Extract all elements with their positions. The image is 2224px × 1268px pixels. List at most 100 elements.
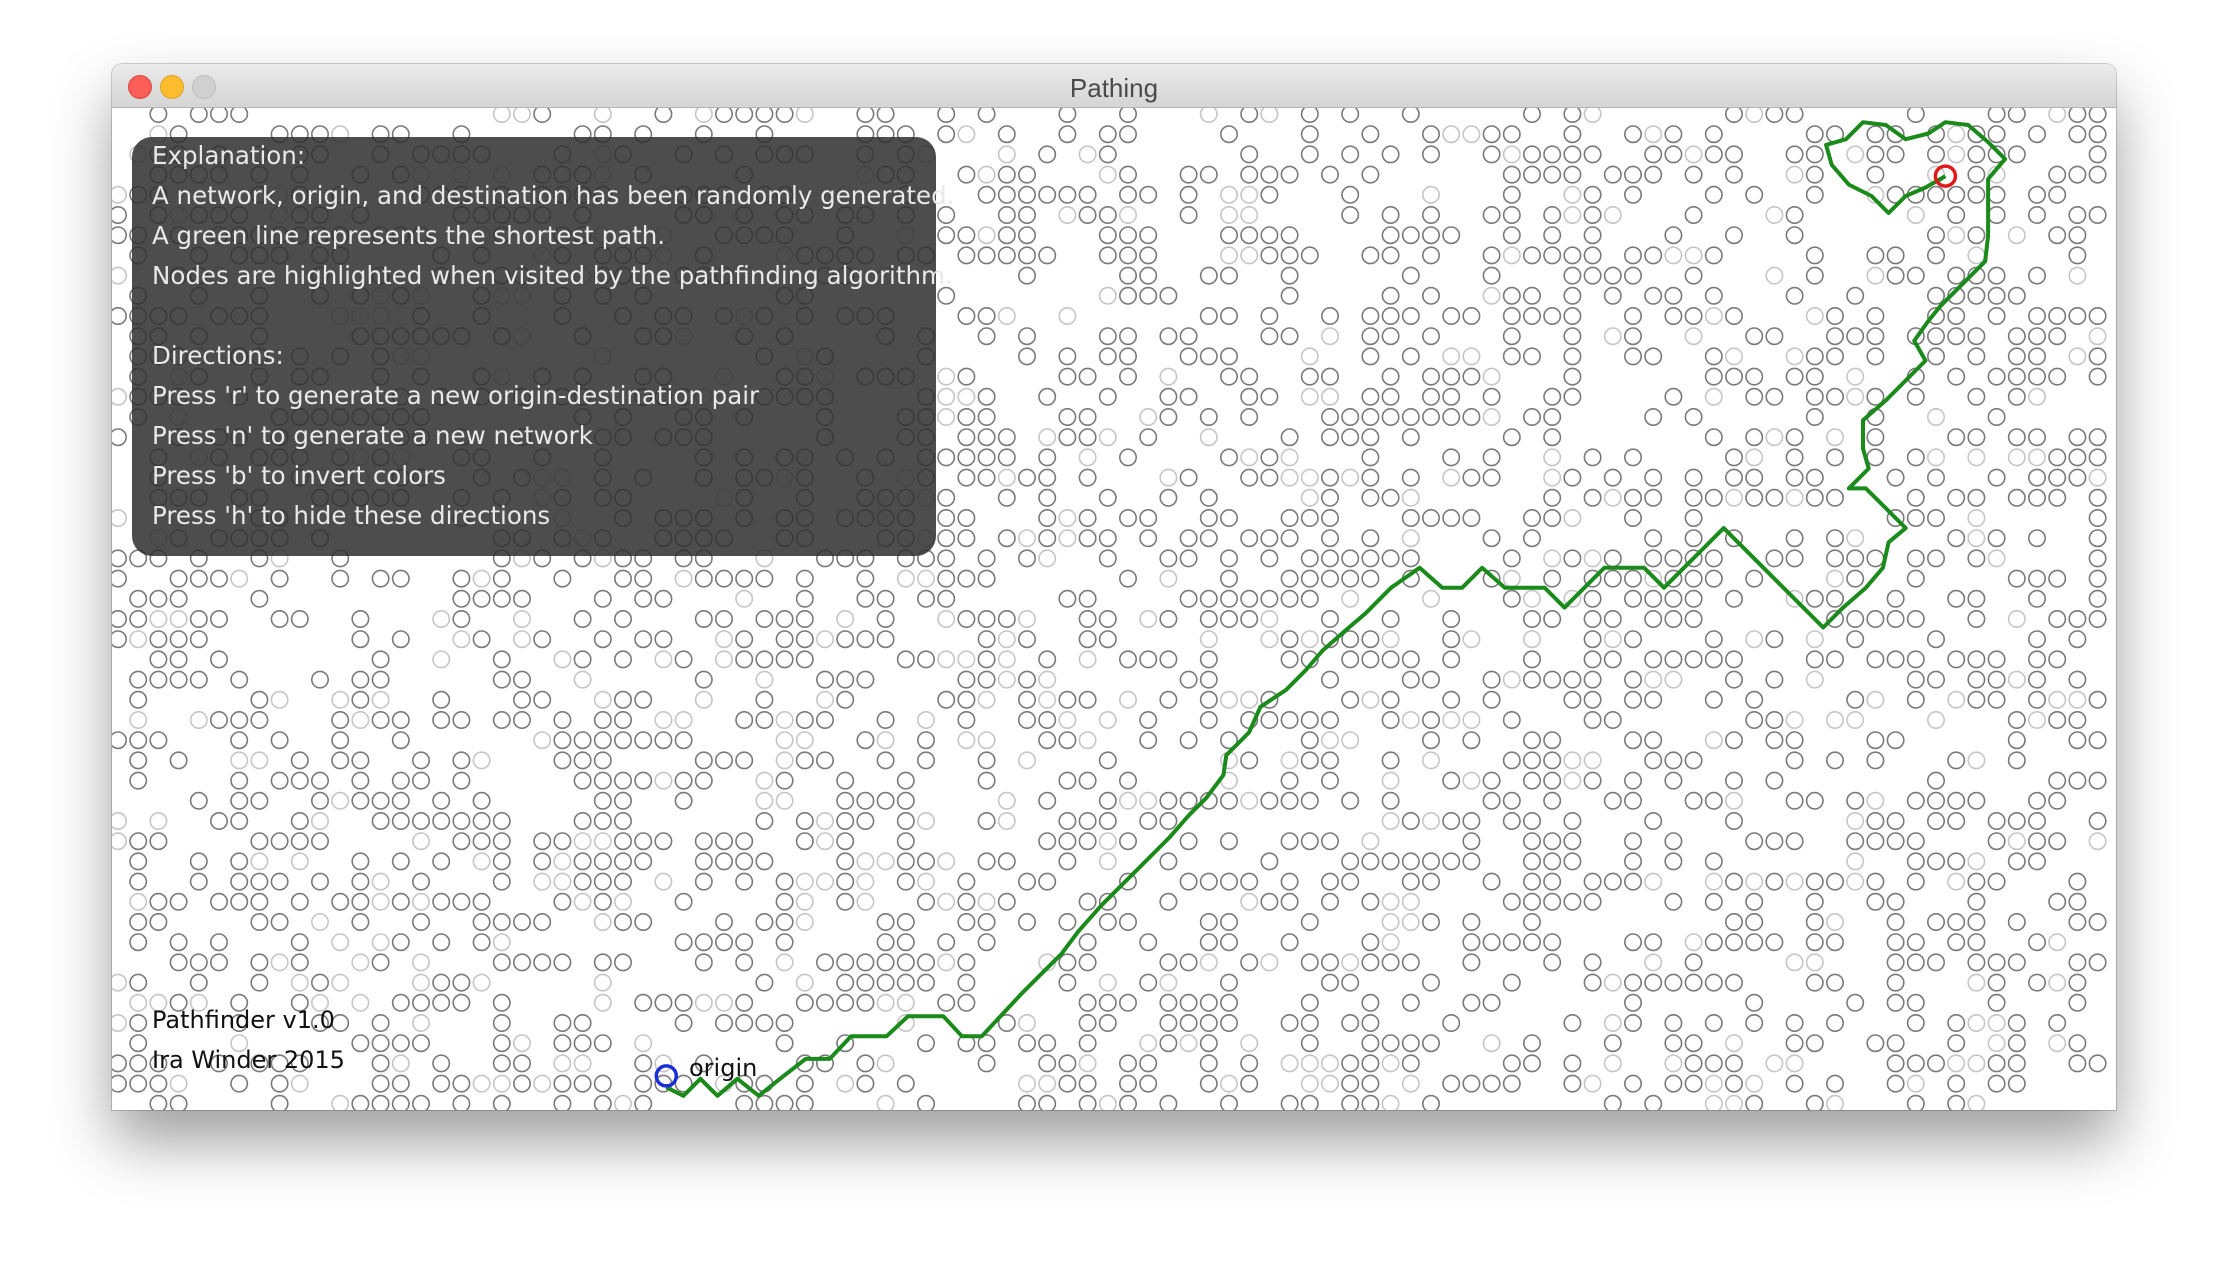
network-node: [371, 670, 390, 689]
network-node: [937, 589, 956, 608]
network-node: [1805, 1034, 1824, 1053]
network-node: [1745, 428, 1764, 447]
network-node: [1482, 125, 1501, 144]
network-node: [836, 609, 855, 628]
network-node: [1927, 852, 1946, 871]
network-node: [1603, 549, 1622, 568]
network-node: [1381, 307, 1400, 326]
network-node: [1624, 690, 1643, 709]
network-node: [937, 108, 956, 123]
network-node: [997, 165, 1016, 184]
network-node: [1078, 731, 1097, 750]
network-node: [795, 650, 814, 669]
network-node: [2068, 1054, 2087, 1073]
network-node: [1886, 246, 1905, 265]
network-node: [533, 912, 552, 931]
network-node: [1300, 569, 1319, 588]
network-node: [1543, 731, 1562, 750]
network-node: [1745, 327, 1764, 346]
network-node: [977, 108, 996, 123]
network-node: [1058, 1074, 1077, 1093]
network-node: [1321, 327, 1340, 346]
network-node: [1886, 1054, 1905, 1073]
network-node: [1603, 488, 1622, 507]
network-node: [1624, 973, 1643, 992]
network-node: [1765, 549, 1784, 568]
network-node: [129, 832, 148, 851]
network-node: [1725, 347, 1744, 366]
network-node: [1745, 185, 1764, 204]
network-canvas[interactable]: Explanation: A network, origin, and dest…: [112, 108, 2116, 1110]
network-node: [1098, 165, 1117, 184]
network-node: [1906, 1074, 1925, 1093]
network-node: [1866, 1034, 1885, 1053]
network-node: [1725, 731, 1744, 750]
directions-panel: Explanation: A network, origin, and dest…: [132, 137, 954, 556]
network-node: [1321, 508, 1340, 527]
network-node: [937, 407, 956, 426]
network-node: [1300, 145, 1319, 164]
network-node: [1523, 108, 1541, 123]
network-node: [1462, 953, 1481, 972]
network-node: [331, 973, 350, 992]
network-node: [1300, 1013, 1319, 1032]
network-node: [270, 609, 289, 628]
network-node: [694, 993, 713, 1012]
network-node: [856, 872, 875, 891]
network-node: [1523, 589, 1542, 608]
network-node: [1927, 185, 1946, 204]
network-node: [1179, 387, 1198, 406]
network-node: [613, 811, 632, 830]
network-node: [311, 912, 330, 931]
network-node: [1543, 246, 1562, 265]
network-node: [1280, 529, 1299, 548]
network-node: [1502, 145, 1521, 164]
network-node: [1866, 791, 1885, 810]
network-node: [1240, 246, 1259, 265]
network-node: [1179, 872, 1198, 891]
network-node: [795, 912, 814, 931]
network-node: [1886, 1074, 1905, 1093]
network-node: [1967, 589, 1986, 608]
network-node: [997, 892, 1016, 911]
network-node: [1805, 185, 1824, 204]
network-node: [1947, 1034, 1966, 1053]
network-node: [351, 690, 370, 709]
network-node: [1118, 226, 1137, 245]
network-node: [1583, 710, 1602, 729]
network-node: [1280, 872, 1299, 891]
network-node: [1038, 246, 1057, 265]
network-node: [674, 892, 693, 911]
network-node: [391, 993, 410, 1012]
network-node: [2028, 690, 2047, 709]
network-node: [937, 569, 956, 588]
network-node: [553, 1013, 572, 1032]
network-node: [1240, 529, 1259, 548]
network-node: [1199, 1054, 1218, 1073]
network-node: [795, 630, 814, 649]
network-node: [331, 710, 350, 729]
network-node: [1644, 286, 1663, 305]
network-node: [411, 751, 430, 770]
network-node: [1644, 589, 1663, 608]
network-node: [1866, 145, 1885, 164]
network-node: [512, 670, 531, 689]
network-node: [1300, 549, 1319, 568]
network-node: [391, 1054, 410, 1073]
network-node: [1523, 751, 1542, 770]
network-node: [432, 710, 451, 729]
network-node: [1038, 145, 1057, 164]
network-node: [1886, 1034, 1905, 1053]
network-node: [1361, 953, 1380, 972]
network-node: [2088, 448, 2107, 467]
network-node: [573, 852, 592, 871]
network-node: [1401, 872, 1420, 891]
network-node: [997, 488, 1016, 507]
network-node: [1280, 1054, 1299, 1073]
network-node: [189, 973, 208, 992]
network-node: [1927, 953, 1946, 972]
network-node: [1017, 165, 1036, 184]
network-node: [270, 912, 289, 931]
network-node: [1543, 307, 1562, 326]
network-node: [613, 690, 632, 709]
